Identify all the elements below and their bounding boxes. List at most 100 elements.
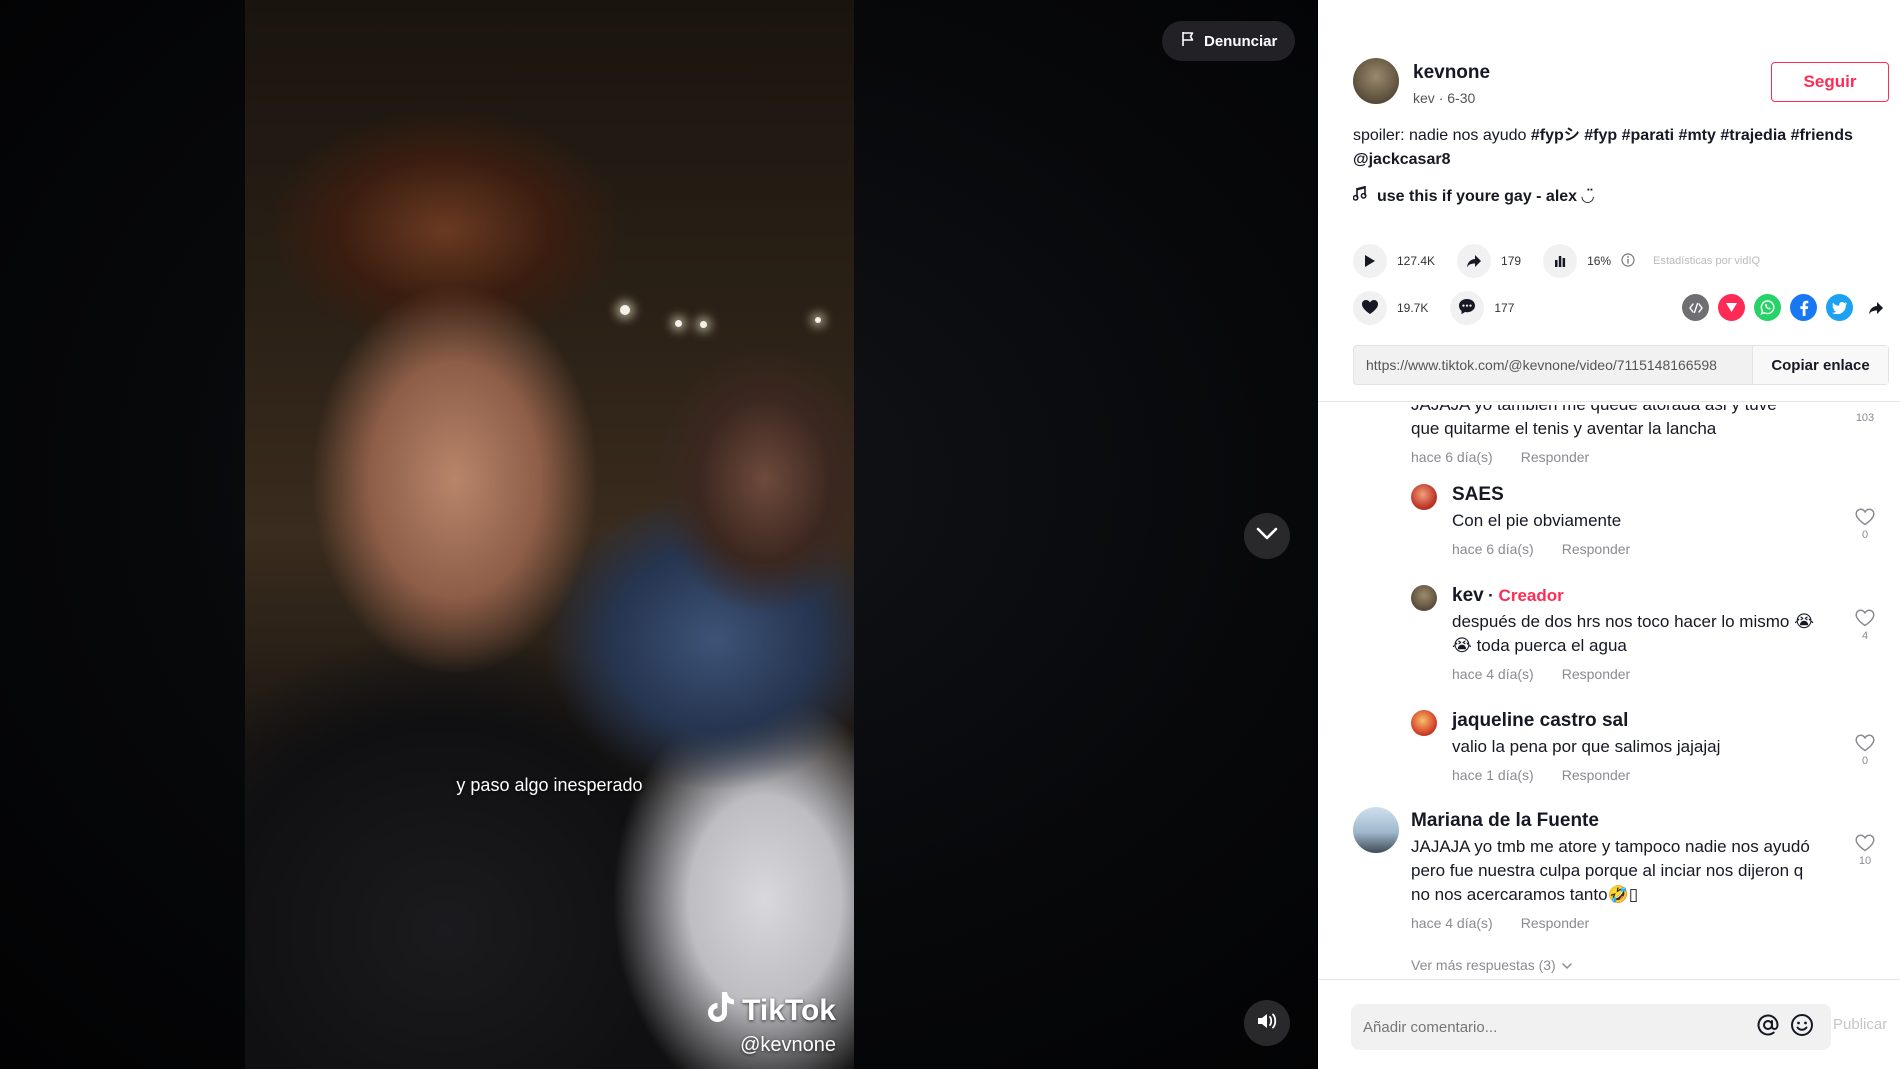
embed-icon[interactable] [1682,294,1709,321]
author-nickname: kev [1413,90,1435,106]
commenter-avatar[interactable] [1353,807,1399,853]
volume-icon [1256,1011,1278,1036]
commenter-avatar[interactable] [1411,710,1437,736]
view-more-replies[interactable]: Ver más respuestas (3) [1411,957,1572,973]
video-link-url[interactable]: https://www.tiktok.com/@kevnone/video/71… [1354,357,1752,373]
report-label: Denunciar [1204,32,1278,50]
hashtag-link[interactable]: #fyp [1584,127,1617,144]
commenter-name[interactable]: Mariana de la Fuente [1411,810,1841,832]
reply-button[interactable]: Responder [1521,915,1590,931]
watermark-handle: @kevnone [740,1034,836,1056]
heart-outline-icon [1855,734,1875,752]
like-count-label: 0 [1861,529,1869,541]
comment-text: valio la pena por que salimos jajajaj [1452,737,1721,756]
pocket-icon[interactable] [1718,294,1745,321]
hashtag-link[interactable]: #parati [1622,127,1674,144]
separator-dot: · [1438,90,1448,106]
commenter-avatar[interactable] [1411,585,1437,611]
comment-input[interactable] [1363,1018,1751,1036]
flag-icon [1180,31,1196,51]
reply-button[interactable]: Responder [1562,767,1631,783]
creator-badge: Creador [1498,586,1564,605]
like-count-label: 0 [1861,755,1869,767]
facebook-icon[interactable] [1790,294,1817,321]
background-light [700,321,707,328]
info-icon[interactable] [1621,252,1635,270]
follow-button[interactable]: Seguir [1771,62,1889,102]
comment-bubble-icon [1458,298,1476,318]
like-count-label: 10 [1858,855,1872,867]
commenter-name[interactable]: kev [1452,585,1484,606]
hashtag-link[interactable]: #friends [1791,127,1853,144]
comment-button[interactable] [1450,291,1485,325]
author-subline: kev · 6-30 [1413,90,1490,106]
like-count: 19.7K [1397,301,1429,315]
emoji-button[interactable] [1785,1010,1819,1044]
next-video-button[interactable] [1244,513,1290,559]
play-count-icon [1353,244,1387,278]
creator-separator: · [1488,586,1499,605]
comment-item: Mariana de la Fuente JAJAJA yo tmb me at… [1411,810,1841,931]
commenter-name[interactable]: SAES [1452,484,1852,506]
copy-link-button[interactable]: Copiar enlace [1752,346,1888,384]
like-button[interactable] [1353,291,1387,325]
tiktok-watermark: TikTok @kevnone [706,990,836,1057]
volume-button[interactable] [1244,1000,1290,1046]
comment-like-count: 103 [1850,412,1880,424]
commenter-name[interactable]: jaqueline castro sal [1452,710,1852,732]
comment-item: kev · Creador después de dos hrs nos toc… [1452,585,1852,682]
hashtag-link[interactable]: #fypシ [1531,127,1580,144]
comment-text: JAJAJA yo tambien me quede atorada asi y… [1411,402,1777,414]
comment-like-button[interactable]: 0 [1850,734,1880,767]
author-username[interactable]: kevnone [1413,62,1490,84]
comments-list[interactable]: JAJAJA yo tambien me quede atorada asi y… [1318,402,1900,979]
author-header: kevnone kev · 6-30 [1353,58,1490,106]
report-button[interactable]: Denunciar [1162,21,1296,61]
twitter-icon[interactable] [1826,294,1853,321]
comment-count: 177 [1494,301,1515,315]
whatsapp-icon[interactable] [1754,294,1781,321]
comment-meta: hace 6 día(s) Responder [1452,541,1852,557]
post-button[interactable]: Publicar [1833,1016,1887,1033]
music-title: use this if youre gay - alex ◡̈ [1377,187,1594,205]
heart-outline-icon [1855,834,1875,852]
post-date: 6-30 [1447,90,1476,106]
share-count-icon [1457,244,1492,278]
comment-meta: hace 4 día(s) Responder [1452,666,1852,682]
reply-button[interactable]: Responder [1562,666,1631,682]
video-description: spoiler: nadie nos ayudo #fypシ #fyp #par… [1353,124,1853,172]
heart-outline-icon [1855,609,1875,627]
background-light [620,305,630,315]
comment-time: hace 6 día(s) [1411,449,1493,465]
commenter-avatar[interactable] [1411,484,1437,510]
reply-button[interactable]: Responder [1521,449,1590,465]
stats-row: 127.4K 179 16% Estadísticas por vidIQ [1353,244,1760,278]
mention-link[interactable]: @jackcasar8 [1353,151,1450,168]
comment-time: hace 4 día(s) [1452,666,1534,682]
comment-time: hace 6 día(s) [1452,541,1534,557]
video-player[interactable]: y paso algo inesperado TikTok @kevnone [245,0,854,1069]
mention-button[interactable] [1751,1010,1785,1044]
comment-like-button[interactable]: 4 [1850,609,1880,642]
hashtag-link[interactable]: #trajedia [1720,127,1786,144]
music-note-icon [1352,185,1367,206]
heart-icon [1361,299,1379,318]
hashtag-link[interactable]: #mty [1679,127,1716,144]
comment-like-button[interactable]: 10 [1850,834,1880,867]
comment-like-button[interactable]: 0 [1850,508,1880,541]
like-count-label: 4 [1861,630,1869,642]
share-arrow-icon[interactable] [1862,294,1889,321]
engagement-rate: 16% [1587,254,1612,268]
reply-button[interactable]: Responder [1562,541,1631,557]
share-icons-row [1682,294,1889,321]
comment-meta: hace 6 día(s) Responder [1411,449,1841,465]
author-avatar[interactable] [1353,58,1399,104]
background-light [675,320,682,327]
comment-text: no nos acercaramos tanto🤣▯ [1411,885,1639,904]
video-stage: y paso algo inesperado TikTok @kevnone D… [0,0,1318,1069]
music-link[interactable]: use this if youre gay - alex ◡̈ [1352,185,1594,206]
comment-item: jaqueline castro sal valio la pena por q… [1452,710,1852,783]
comment-text: pero fue nuestra culpa porque al inciar … [1411,861,1804,880]
share-count: 179 [1501,254,1522,268]
vidiq-label: Estadísticas por vidIQ [1653,255,1761,267]
